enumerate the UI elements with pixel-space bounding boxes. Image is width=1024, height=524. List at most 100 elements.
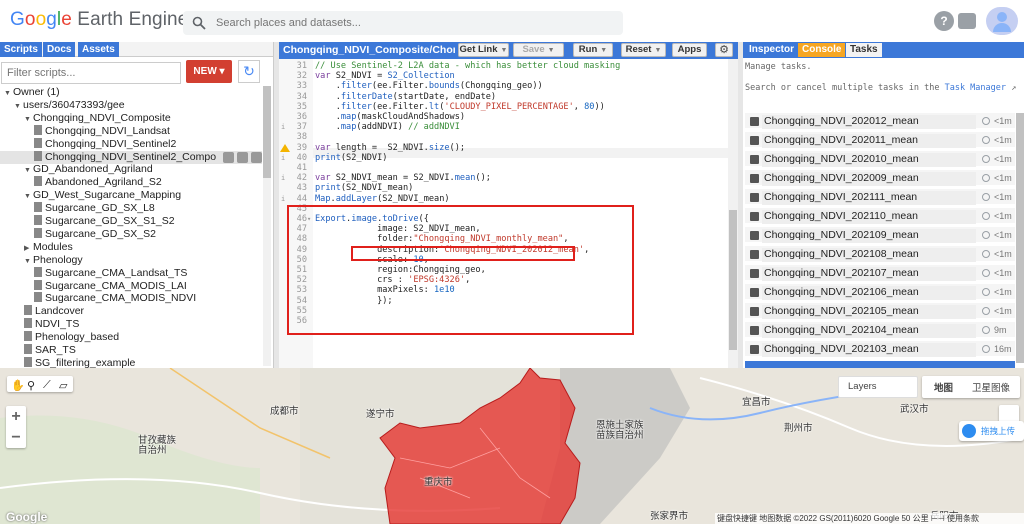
task-manager-link[interactable]: Task Manager (945, 83, 1006, 93)
tree-folder[interactable]: ▼ Chongqing_NDVI_Composite (0, 112, 262, 125)
edit-icon[interactable] (237, 151, 248, 163)
city-label[interactable]: 自治州 (138, 442, 167, 456)
code-line[interactable]: 37 i .map(addNDVI) // addNDVI (279, 122, 728, 132)
info-icon[interactable]: i (281, 194, 291, 204)
editor-scrollbar[interactable] (728, 59, 738, 368)
tab-scripts[interactable]: Scripts (0, 42, 42, 57)
tab-console[interactable]: Console (798, 43, 846, 57)
tree-script[interactable]: SAR_TS (0, 344, 262, 357)
tab-tasks[interactable]: Tasks (846, 43, 882, 57)
tasks-scrollbar[interactable] (1016, 113, 1024, 363)
task-item[interactable]: Chongqing_NDVI_202010_mean <1m (745, 151, 1015, 168)
code-line[interactable]: 40 i print(S2_NDVI) (279, 153, 728, 163)
city-label[interactable]: 张家界市 (650, 508, 688, 522)
refresh-icon[interactable]: ↻ (238, 60, 260, 83)
upload-widget[interactable]: 拖拽上传 (959, 421, 1024, 441)
tree-script[interactable]: Chongqing_NDVI_Sentinel2 (0, 137, 262, 151)
info-icon[interactable]: i (281, 173, 291, 183)
info-icon[interactable]: i (281, 153, 291, 163)
layers-button[interactable]: Layers (838, 376, 918, 398)
tree-script[interactable]: Landcover (0, 305, 262, 318)
city-label[interactable]: 遂宁市 (366, 406, 395, 420)
task-item[interactable]: Chongqing_NDVI_202105_mean <1m (745, 303, 1015, 320)
satellite-type-button[interactable]: 卫星图像 (972, 380, 1010, 394)
city-label[interactable]: 苗族自治州 (596, 427, 644, 441)
tree-script[interactable]: Sugarcane_GD_SX_S2 (0, 227, 262, 241)
map-view[interactable]: 成都市遂宁市重庆市宜昌市武汉市荆州市甘孜藏族自治州恩施土家族苗族自治州张家界市岳… (0, 368, 1024, 524)
new-button[interactable]: NEW ▾ (186, 60, 232, 83)
info-icon[interactable]: i (281, 122, 291, 132)
task-item[interactable]: Chongqing_NDVI_202103_mean 16m (745, 341, 1015, 358)
share-icon[interactable] (223, 151, 234, 163)
city-label[interactable]: 荆州市 (784, 420, 813, 434)
tree-folder[interactable]: ▼ users/360473393/gee (0, 99, 262, 112)
task-item[interactable]: Chongqing_NDVI_202104_mean 9m (745, 322, 1015, 339)
city-label[interactable]: 宜昌市 (742, 394, 771, 408)
gear-icon[interactable]: ⚙ (715, 43, 733, 57)
tree-script[interactable]: Sugarcane_GD_SX_L8 (0, 202, 262, 215)
delete-icon[interactable] (251, 151, 262, 163)
warning-icon[interactable] (280, 143, 290, 152)
tree-script[interactable]: Chongqing_NDVI_Landsat (0, 124, 262, 138)
tree-folder[interactable]: ▼ GD_West_Sugarcane_Mapping (0, 189, 262, 202)
tree-script[interactable]: Sugarcane_CMA_MODIS_NDVI (0, 292, 262, 305)
code-line[interactable]: 34 .filterDate(startDate, endDate) (279, 92, 728, 102)
reset-button[interactable]: Reset ▼ (621, 43, 666, 57)
code-line[interactable]: 33 .filter(ee.Filter.bounds(Chongqing_ge… (279, 81, 728, 91)
tree-folder[interactable]: ▼ Owner (1) (0, 86, 262, 99)
tab-inspector[interactable]: Inspector (745, 43, 798, 57)
tree-script[interactable]: Phenology_based (0, 331, 262, 344)
tab-assets[interactable]: Assets (78, 42, 119, 57)
help-icon[interactable]: ? (934, 11, 954, 31)
code-line[interactable]: 31 // Use Sentinel-2 L2A data - which has… (279, 61, 728, 71)
task-item-partial[interactable] (745, 361, 1015, 368)
code-line[interactable]: 43 print(S2_NDVI_mean) (279, 183, 728, 193)
code-line[interactable]: 42 i var S2_NDVI_mean = S2_NDVI.mean(); (279, 173, 728, 183)
task-item[interactable]: Chongqing_NDVI_202012_mean <1m (745, 113, 1015, 130)
task-item[interactable]: Chongqing_NDVI_202011_mean <1m (745, 132, 1015, 149)
filter-scripts-input[interactable] (1, 62, 181, 84)
code-line[interactable]: 35 .filter(ee.Filter.lt('CLOUDY_PIXEL_PE… (279, 102, 728, 112)
tree-script[interactable]: Sugarcane_GD_SX_S1_S2 (0, 215, 262, 228)
city-label[interactable]: 成都市 (270, 403, 299, 417)
zoom-in-button[interactable]: + (6, 406, 26, 427)
code-line[interactable]: 41 (279, 163, 728, 173)
tab-docs[interactable]: Docs (43, 42, 76, 57)
city-label[interactable]: 重庆市 (424, 474, 453, 488)
search-input[interactable] (216, 14, 606, 32)
zoom-out-button[interactable]: − (6, 427, 26, 448)
tree-folder[interactable]: ▼ Phenology (0, 254, 262, 267)
task-item[interactable]: Chongqing_NDVI_202111_mean <1m (745, 189, 1015, 206)
code-line[interactable]: 32 var S2_NDVI = S2_Collection (279, 71, 728, 81)
task-item[interactable]: Chongqing_NDVI_202110_mean <1m (745, 208, 1015, 225)
task-item[interactable]: Chongqing_NDVI_202107_mean <1m (745, 265, 1015, 282)
get-link-button[interactable]: Get Link ▼ (458, 43, 509, 57)
code-line[interactable]: 39 var length = S2_NDVI.size(); (279, 143, 728, 153)
apps-button[interactable]: Apps (672, 43, 707, 57)
search-box[interactable] (183, 11, 623, 35)
feedback-icon[interactable] (958, 13, 976, 29)
save-button[interactable]: Save ▼ (513, 43, 564, 57)
polygon-icon[interactable]: ▱ (59, 379, 69, 392)
tree-script[interactable]: NDVI_TS (0, 318, 262, 331)
tree-script[interactable]: Abandoned_Agriland_S2 (0, 176, 262, 189)
earth-engine-logo[interactable]: Google Earth Engine (10, 9, 188, 31)
tree-script[interactable]: SG_filtering_example (0, 356, 262, 368)
code-line[interactable]: 44 i Map.addLayer(S2_NDVI_mean) (279, 194, 728, 204)
task-item[interactable]: Chongqing_NDVI_202106_mean <1m (745, 284, 1015, 301)
tree-folder[interactable]: ▶ Modules (0, 241, 262, 254)
tree-script[interactable]: Sugarcane_CMA_MODIS_LAI (0, 279, 262, 293)
task-item[interactable]: Chongqing_NDVI_202109_mean <1m (745, 227, 1015, 244)
avatar[interactable] (986, 7, 1018, 35)
run-button[interactable]: Run ▼ (573, 43, 613, 57)
marker-icon[interactable]: ⚲ (27, 379, 37, 392)
code-line[interactable]: 38 (279, 132, 728, 142)
tree-folder[interactable]: ▼ GD_Abandoned_Agriland (0, 163, 262, 176)
code-line[interactable]: 36 .map(maskCloudAndShadows) (279, 112, 728, 122)
line-icon[interactable]: ⟋ (43, 379, 53, 391)
task-item[interactable]: Chongqing_NDVI_202108_mean <1m (745, 246, 1015, 263)
city-label[interactable]: 武汉市 (900, 401, 929, 415)
map-type-button[interactable]: 地图 (934, 380, 953, 394)
hand-icon[interactable]: ✋ (11, 379, 25, 392)
tree-script[interactable]: Sugarcane_CMA_Landsat_TS (0, 266, 262, 280)
